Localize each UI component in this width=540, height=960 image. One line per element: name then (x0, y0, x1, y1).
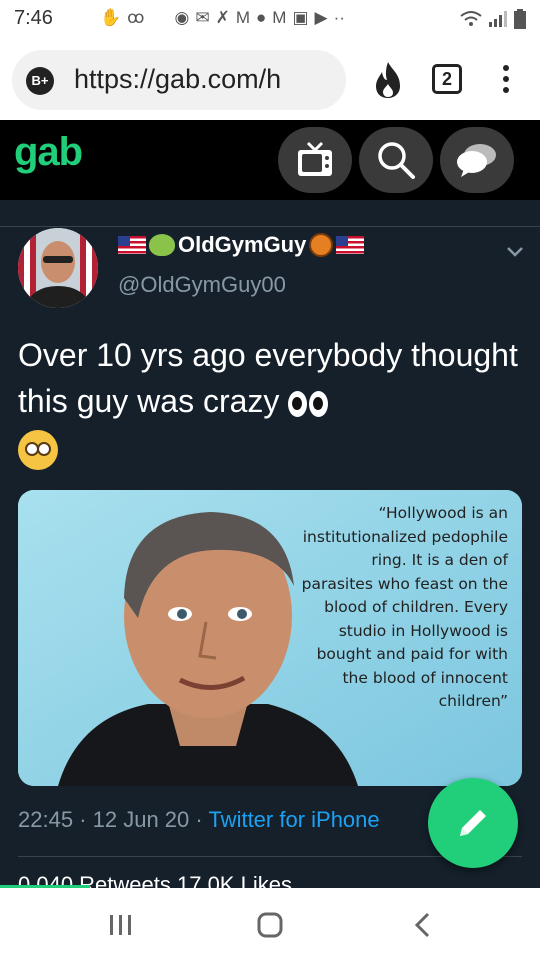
chat-icon (457, 144, 496, 177)
status-bar: 7:46 ✋ ꝏ ◉ ✉ ✗ M ● M ▣ ▶ ·· (0, 0, 540, 40)
post-meta: 22:45 · 12 Jun 20 · Twitter for iPhone (18, 807, 380, 833)
hand-icon: ✋ (100, 8, 122, 27)
post-source-link[interactable]: Twitter for iPhone (208, 807, 379, 832)
meta-separator: · (79, 807, 87, 832)
mail-icon: ✉ (195, 8, 210, 27)
gmail-icon: M (235, 8, 251, 27)
post-date: 12 Jun 20 (92, 807, 190, 832)
browser-toolbar: B+ https://gab.com/h 2 (0, 40, 540, 120)
youtube-icon: ▶ (314, 8, 328, 27)
pencil-icon (460, 810, 486, 836)
image-quote-text: “Hollywood is an institutionalized pedop… (301, 504, 508, 710)
post-text: Over 10 yrs ago everybody thought this g… (18, 332, 528, 470)
post-image[interactable]: “Hollywood is an institutionalized pedop… (18, 490, 522, 786)
system-icons (460, 9, 526, 29)
notification-icons: ✋ ꝏ ◉ ✉ ✗ M ● M ▣ ▶ ·· (100, 8, 345, 28)
display-name[interactable]: OldGymGuy (118, 232, 365, 258)
overflow-menu-icon[interactable] (496, 62, 516, 98)
post-text-body: Over 10 yrs ago everybody thought this g… (18, 337, 518, 419)
flame-icon[interactable] (370, 60, 406, 100)
gab-header: gab (0, 120, 540, 200)
messenger-icon: ● (256, 8, 267, 27)
wifi-icon (460, 11, 482, 26)
tv-icon (298, 141, 332, 176)
us-flag-icon (336, 236, 365, 254)
chat-button[interactable] (440, 127, 514, 193)
missed-call-icon: ✗ (215, 8, 230, 27)
chevron-down-icon[interactable] (504, 240, 526, 262)
url-text[interactable]: https://gab.com/h (74, 64, 336, 95)
gmail-icon: M (272, 8, 287, 27)
us-flag-icon (118, 236, 146, 254)
url-bar[interactable]: B+ https://gab.com/h (12, 50, 346, 110)
voicemail-icon: ꝏ (127, 8, 145, 27)
signal-icon (489, 11, 507, 27)
user-handle[interactable]: @OldGymGuy00 (118, 272, 286, 298)
display-name-text: OldGymGuy (178, 232, 307, 257)
tab-switcher-button[interactable]: 2 (432, 64, 462, 94)
compose-button[interactable] (428, 778, 518, 868)
gab-logo[interactable]: gab (14, 130, 83, 175)
avatar[interactable] (18, 228, 98, 308)
flushed-face-icon (18, 429, 58, 470)
post-time: 22:45 (18, 807, 74, 832)
tv-button[interactable] (278, 127, 352, 193)
search-icon (378, 142, 415, 179)
system-navigation-bar (0, 888, 540, 960)
back-icon[interactable] (408, 910, 438, 940)
home-icon[interactable] (255, 910, 285, 940)
divider (0, 226, 540, 227)
search-button[interactable] (359, 127, 433, 193)
recent-apps-icon[interactable] (106, 910, 136, 940)
podcast-icon: ◉ (174, 8, 190, 27)
eyes-icon (288, 390, 329, 417)
more-icon: ·· (333, 8, 345, 27)
status-time: 7:46 (14, 7, 53, 29)
photo-icon: ▣ (292, 8, 309, 27)
security-badge[interactable]: B+ (26, 67, 54, 95)
battery-icon (514, 9, 526, 29)
frog-icon (149, 234, 175, 256)
basketball-icon (309, 233, 334, 257)
meta-separator: · (195, 807, 203, 832)
